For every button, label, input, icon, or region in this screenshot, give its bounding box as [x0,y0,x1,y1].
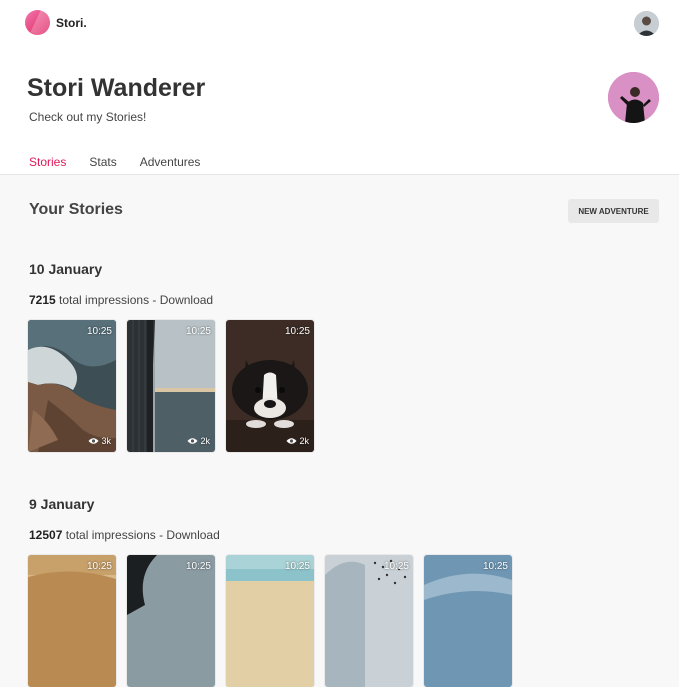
tab-stories[interactable]: Stories [29,155,66,169]
blue-sky-image [424,555,512,687]
user-avatar[interactable] [634,11,659,36]
eye-icon [286,438,297,444]
brand-logo[interactable]: Stori. [25,10,87,35]
story-views: 2k [286,436,309,446]
story-thumbnail[interactable]: 10:25 2k [226,320,314,452]
impressions-count: 12507 [29,528,63,542]
story-thumbnail[interactable]: 10:25 [28,555,116,687]
story-time: 10:25 [284,326,310,337]
story-thumbnail[interactable]: 10:25 [226,555,314,687]
date-heading: 10 January [29,261,103,277]
coastal-rocks-image [28,320,116,452]
story-views: 2k [187,436,210,446]
eye-icon [88,438,99,444]
profile-header: Stori. Stori Wanderer Check out my Stori… [0,0,679,175]
brand-name: Stori. [56,15,87,30]
story-time: 10:25 [185,326,211,337]
logo-icon [25,10,50,35]
tab-stats[interactable]: Stats [89,155,116,169]
new-adventure-button[interactable]: NEW ADVENTURE [568,199,659,223]
story-views: 3k [88,436,111,446]
beach-shore-image [226,555,314,687]
boston-terrier-image [226,320,314,452]
building-sea-view-image [127,320,215,452]
story-thumbnail[interactable]: 10:25 [127,555,215,687]
story-time: 10:25 [482,561,508,572]
story-views-count: 3k [101,436,111,446]
story-thumbnail[interactable]: 10:25 [424,555,512,687]
impressions-summary: 7215 total impressions - Download [29,293,213,307]
impressions-summary: 12507 total impressions - Download [29,528,220,542]
tab-adventures[interactable]: Adventures [140,155,201,169]
avatar-photo-icon [634,11,659,36]
story-thumbnail[interactable]: 10:25 3k [28,320,116,452]
impressions-label[interactable]: total impressions - Download [62,528,220,542]
story-row: 10:25 10:25 10:25 10:25 10:25 [28,555,512,687]
story-time: 10:25 [383,561,409,572]
story-row: 10:25 3k 10:25 2k 10:25 2k [28,320,314,452]
story-time: 10:25 [284,561,310,572]
story-time: 10:25 [185,561,211,572]
profile-avatar [608,72,659,123]
story-thumbnail[interactable]: 10:25 [325,555,413,687]
story-time: 10:25 [86,561,112,572]
desert-dunes-image [28,555,116,687]
profile-name: Stori Wanderer [27,74,206,102]
section-title: Your Stories [29,201,123,218]
story-views-count: 2k [299,436,309,446]
impressions-count: 7215 [29,293,56,307]
impressions-label[interactable]: total impressions - Download [56,293,213,307]
eye-icon [187,438,198,444]
profile-tabs: Stories Stats Adventures [29,155,200,169]
story-thumbnail[interactable]: 10:25 2k [127,320,215,452]
profile-photo-icon [608,72,659,123]
dark-curve-image [127,555,215,687]
date-heading: 9 January [29,496,95,512]
profile-tagline: Check out my Stories! [29,110,147,124]
story-views-count: 2k [200,436,210,446]
snow-crowd-image [325,555,413,687]
story-time: 10:25 [86,326,112,337]
